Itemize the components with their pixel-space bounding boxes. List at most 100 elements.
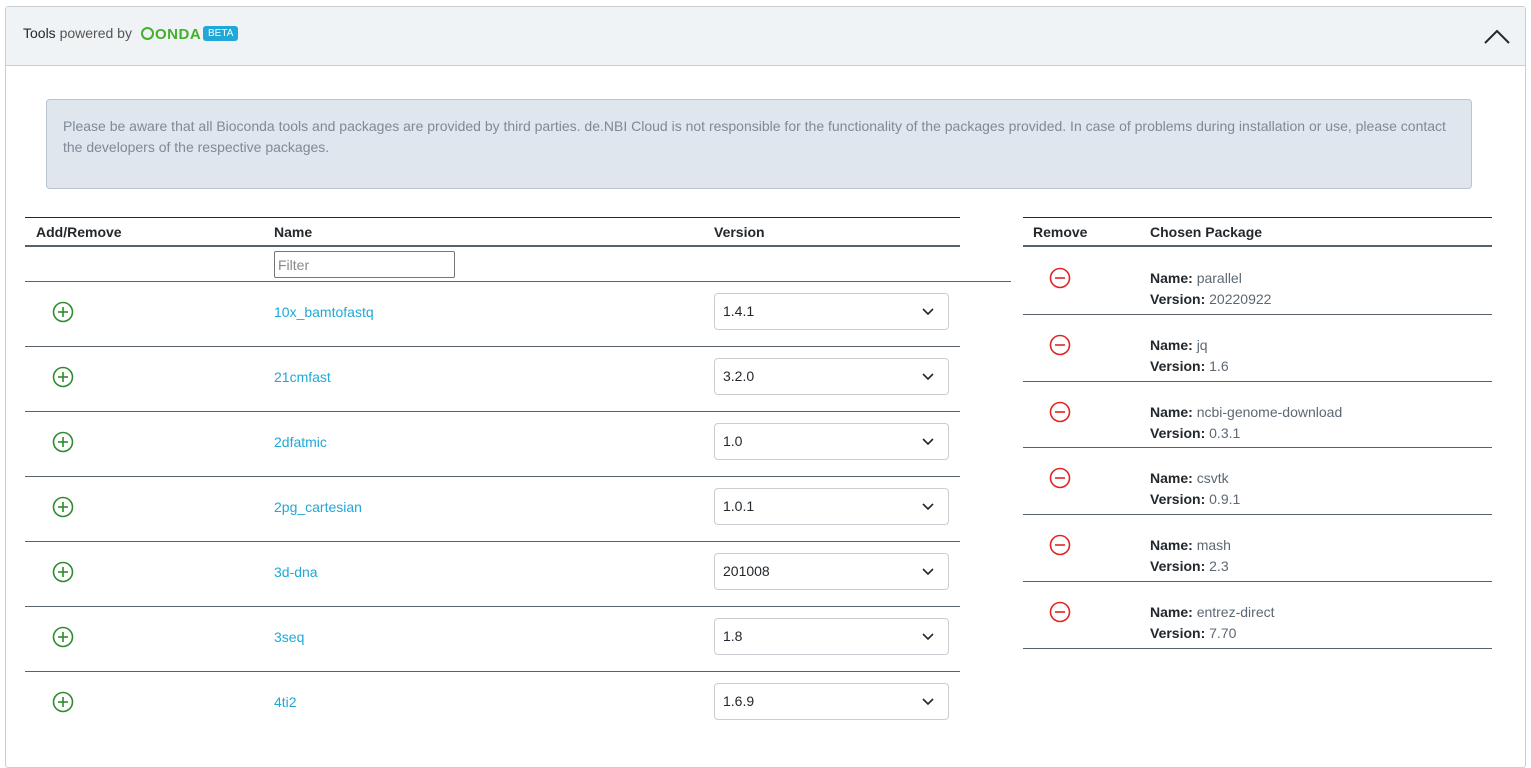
plus-circle-icon — [52, 626, 74, 648]
package-name-link[interactable]: 2pg_cartesian — [274, 499, 362, 515]
version-value: 7.70 — [1209, 625, 1237, 641]
add-package-button[interactable] — [52, 626, 74, 648]
col-header-version: Version — [714, 224, 765, 240]
plus-circle-icon — [52, 691, 74, 713]
chevron-down-icon — [922, 438, 934, 446]
chosen-package-version: Version: 20220922 — [1150, 291, 1271, 307]
beta-badge: BETA — [203, 26, 239, 41]
name-value: parallel — [1196, 270, 1242, 286]
version-select-value: 1.6.9 — [723, 693, 755, 709]
add-package-button[interactable] — [52, 691, 74, 713]
collapse-button[interactable] — [1480, 23, 1514, 49]
version-value: 20220922 — [1209, 291, 1272, 307]
col-header-remove: Remove — [1033, 224, 1088, 240]
name-value: entrez-direct — [1196, 604, 1275, 620]
version-value: 2.3 — [1209, 558, 1229, 574]
minus-circle-icon — [1049, 601, 1071, 623]
filter-input[interactable] — [274, 251, 455, 278]
name-label: Name: — [1150, 337, 1193, 353]
version-label: Version: — [1150, 558, 1206, 574]
package-name-link[interactable]: 21cmfast — [274, 369, 331, 385]
card-title: Tools powered by — [23, 25, 132, 41]
name-label: Name: — [1150, 270, 1193, 286]
version-value: 1.6 — [1209, 358, 1229, 374]
package-name-link[interactable]: 10x_bamtofastq — [274, 304, 374, 320]
version-select[interactable]: 3.2.0 — [714, 358, 949, 395]
add-package-button[interactable] — [52, 366, 74, 388]
version-select-value: 1.4.1 — [723, 303, 755, 319]
chosen-row-divider — [1023, 514, 1492, 515]
version-select-value: 1.0.1 — [723, 498, 755, 514]
version-select[interactable]: 1.0 — [714, 423, 949, 460]
minus-circle-icon — [1049, 467, 1071, 489]
chosen-package-version: Version: 0.3.1 — [1150, 425, 1240, 441]
version-select[interactable]: 1.0.1 — [714, 488, 949, 525]
remove-package-button[interactable] — [1049, 534, 1071, 556]
version-label: Version: — [1150, 358, 1206, 374]
version-value: 0.3.1 — [1209, 425, 1241, 441]
version-label: Version: — [1150, 425, 1206, 441]
powered-by-text: powered by — [59, 25, 132, 41]
minus-circle-icon — [1049, 534, 1071, 556]
chosen-header-underline — [1023, 245, 1492, 247]
chosen-package-version: Version: 1.6 — [1150, 358, 1229, 374]
remove-package-button[interactable] — [1049, 467, 1071, 489]
chosen-package-name: Name: ncbi-genome-download — [1150, 404, 1342, 420]
row-divider — [25, 541, 960, 542]
chevron-down-icon — [922, 633, 934, 641]
version-value: 0.9.1 — [1209, 491, 1241, 507]
plus-circle-icon — [52, 301, 74, 323]
conda-logo: ONDA — [141, 26, 201, 43]
chevron-up-icon — [1484, 29, 1510, 44]
version-select[interactable]: 201008 — [714, 553, 949, 590]
package-name-link[interactable]: 3seq — [274, 629, 304, 645]
chosen-package-name: Name: csvtk — [1150, 470, 1229, 486]
version-select[interactable]: 1.8 — [714, 618, 949, 655]
name-label: Name: — [1150, 604, 1193, 620]
remove-package-button[interactable] — [1049, 267, 1071, 289]
chosen-package-version: Version: 7.70 — [1150, 625, 1236, 641]
remove-package-button[interactable] — [1049, 334, 1071, 356]
row-divider — [25, 476, 960, 477]
package-name-link[interactable]: 3d-dna — [274, 564, 318, 580]
chosen-row-divider — [1023, 648, 1492, 649]
third-party-alert: Please be aware that all Bioconda tools … — [46, 99, 1472, 189]
chosen-table-top-border — [1023, 217, 1492, 218]
remove-package-button[interactable] — [1049, 401, 1071, 423]
chevron-down-icon — [922, 373, 934, 381]
chosen-row-divider — [1023, 447, 1492, 448]
minus-circle-icon — [1049, 334, 1071, 356]
plus-circle-icon — [52, 431, 74, 453]
chosen-package-name: Name: parallel — [1150, 270, 1242, 286]
remove-package-button[interactable] — [1049, 601, 1071, 623]
row-divider — [25, 346, 960, 347]
name-label: Name: — [1150, 537, 1193, 553]
chosen-package-version: Version: 2.3 — [1150, 558, 1229, 574]
add-package-button[interactable] — [52, 496, 74, 518]
chosen-package-version: Version: 0.9.1 — [1150, 491, 1240, 507]
version-select[interactable]: 1.6.9 — [714, 683, 949, 720]
version-select[interactable]: 1.4.1 — [714, 293, 949, 330]
chosen-package-name: Name: entrez-direct — [1150, 604, 1275, 620]
chevron-down-icon — [922, 503, 934, 511]
add-package-button[interactable] — [52, 431, 74, 453]
title-text: Tools — [23, 25, 56, 41]
chosen-package-name: Name: jq — [1150, 337, 1208, 353]
chosen-package-name: Name: mash — [1150, 537, 1231, 553]
version-select-value: 201008 — [723, 563, 770, 579]
row-divider — [25, 671, 960, 672]
name-value: ncbi-genome-download — [1196, 404, 1343, 420]
row-divider — [25, 606, 960, 607]
name-label: Name: — [1150, 470, 1193, 486]
chosen-row-divider — [1023, 581, 1492, 582]
tools-header-underline — [25, 245, 960, 247]
plus-circle-icon — [52, 561, 74, 583]
add-package-button[interactable] — [52, 301, 74, 323]
plus-circle-icon — [52, 496, 74, 518]
add-package-button[interactable] — [52, 561, 74, 583]
version-select-value: 1.0 — [723, 433, 743, 449]
version-label: Version: — [1150, 491, 1206, 507]
package-name-link[interactable]: 4ti2 — [274, 694, 297, 710]
package-name-link[interactable]: 2dfatmic — [274, 434, 327, 450]
filter-row-border — [25, 281, 1011, 282]
